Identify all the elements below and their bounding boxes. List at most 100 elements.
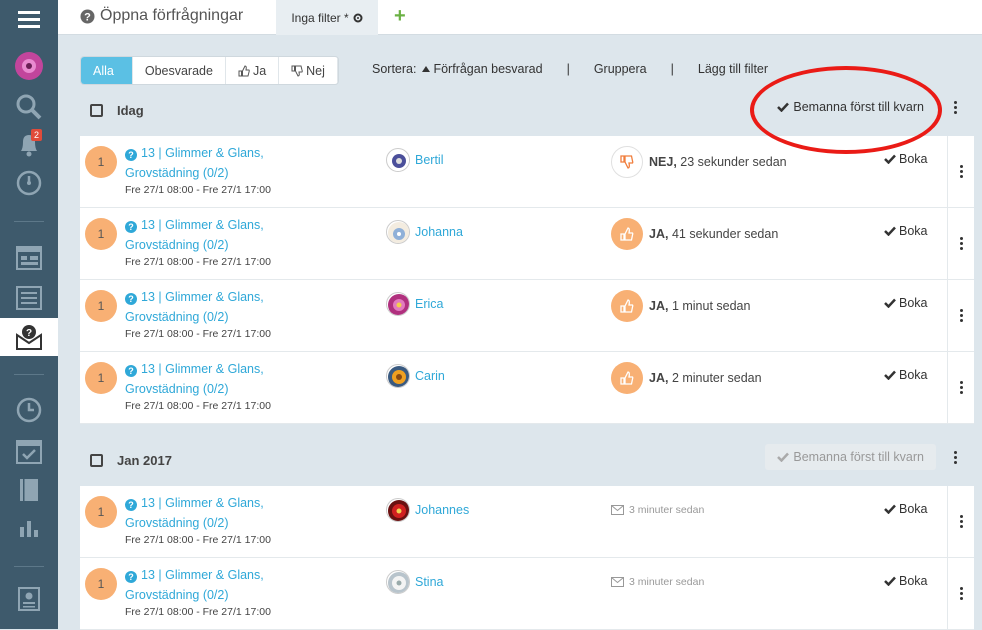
request-link[interactable]: ? 13 | Glimmer & Glans, Grovstädning (0/2) [125, 359, 264, 399]
thumbs-down-icon [291, 65, 303, 77]
schedule-board-icon[interactable] [0, 239, 58, 277]
request-link[interactable]: ? 13 | Glimmer & Glans, Grovstädning (0/2) [125, 287, 264, 327]
row-menu-icon[interactable] [947, 208, 974, 279]
envelope-icon [611, 577, 624, 587]
notification-badge: 2 [31, 129, 43, 141]
group-select-checkbox[interactable] [90, 103, 103, 117]
request-time: Fre 27/1 08:00 - Fre 27/1 17:00 [125, 256, 271, 268]
row-menu-icon[interactable] [947, 280, 974, 351]
request-list-jan-2017: 1 ? 13 | Glimmer & Glans, Grovstädning (0/… [80, 486, 974, 630]
count-badge: 1 [85, 290, 117, 322]
add-tab-plus-icon[interactable]: + [394, 5, 406, 28]
check-icon [884, 154, 896, 164]
group-button[interactable]: Gruppera [594, 62, 647, 76]
search-icon[interactable] [0, 88, 58, 126]
question-icon: ? [125, 293, 137, 305]
group-label: Idag [117, 102, 144, 118]
table-row: 1 ? 13 | Glimmer & Glans, Grovstädning (0/… [80, 352, 974, 424]
sidebar-divider [14, 374, 44, 375]
book-button[interactable]: Boka [884, 296, 928, 310]
thumbs-up-icon [611, 218, 643, 250]
toolbar: Sortera: Förfrågan besvarad | Gruppera |… [372, 62, 768, 76]
request-time: Fre 27/1 08:00 - Fre 27/1 17:00 [125, 400, 271, 412]
staff-first-come-button[interactable]: Bemanna först till kvarn [765, 444, 936, 470]
list-icon[interactable] [0, 279, 58, 317]
request-link[interactable]: ? 13 | Glimmer & Glans, Grovstädning (0/2) [125, 143, 264, 183]
book-button[interactable]: Boka [884, 368, 928, 382]
answer-filter-group: Alla Obesvarade Ja Nej [80, 56, 339, 85]
contact-card-icon[interactable] [0, 580, 58, 618]
page-title-text: Öppna förfrågningar [100, 7, 244, 24]
calendar-check-icon[interactable] [0, 432, 58, 470]
thumbs-down-icon [611, 146, 643, 178]
menu-icon[interactable] [0, 0, 58, 38]
person-link[interactable]: Carin [386, 364, 445, 388]
row-menu-icon[interactable] [947, 558, 974, 629]
count-badge: 1 [85, 362, 117, 394]
filter-alla[interactable]: Alla [81, 57, 133, 84]
group-label: Jan 2017 [117, 452, 172, 468]
requests-inbox-icon[interactable]: ? [0, 318, 58, 356]
question-icon: ? [125, 571, 137, 583]
toolbar-separator: | [566, 62, 570, 76]
book-button[interactable]: Boka [884, 574, 928, 588]
group-menu-icon[interactable] [954, 101, 958, 116]
check-icon [777, 452, 790, 462]
sidebar-divider [14, 566, 44, 567]
avatar [386, 292, 410, 316]
person-link[interactable]: Stina [386, 570, 444, 594]
request-time: Fre 27/1 08:00 - Fre 27/1 17:00 [125, 328, 271, 340]
request-link[interactable]: ? 13 | Glimmer & Glans, Grovstädning (0/2) [125, 493, 264, 533]
user-avatar[interactable] [0, 47, 58, 85]
filter-obesvarade[interactable]: Obesvarade [133, 57, 226, 84]
row-menu-icon[interactable] [947, 486, 974, 557]
person-link[interactable]: Erica [386, 292, 443, 316]
check-icon [884, 298, 896, 308]
question-icon: ? [125, 149, 137, 161]
caret-up-icon [422, 66, 431, 72]
sidebar-divider [14, 221, 44, 222]
person-link[interactable]: Johanna [386, 220, 463, 244]
avatar [386, 498, 410, 522]
filter-nej[interactable]: Nej [279, 57, 338, 84]
group-select-checkbox[interactable] [90, 453, 103, 467]
envelope-icon [611, 505, 624, 515]
table-row: 1 ? 13 | Glimmer & Glans, Grovstädning (0/… [80, 486, 974, 558]
book-icon[interactable] [0, 471, 58, 509]
sort-button[interactable]: Förfrågan besvarad [422, 62, 543, 76]
thumbs-up-icon [238, 64, 250, 76]
filter-ja[interactable]: Ja [226, 57, 280, 84]
group-menu-icon[interactable] [954, 451, 958, 466]
book-button[interactable]: Boka [884, 224, 928, 238]
person-link[interactable]: Bertil [386, 148, 443, 172]
avatar [386, 148, 410, 172]
row-menu-icon[interactable] [947, 136, 974, 207]
answer-status: JA, 41 sekunder sedan [611, 218, 778, 250]
request-link[interactable]: ? 13 | Glimmer & Glans, Grovstädning (0/2) [125, 215, 264, 255]
check-icon [884, 576, 896, 586]
request-link[interactable]: ? 13 | Glimmer & Glans, Grovstädning (0/2) [125, 565, 264, 605]
row-menu-icon[interactable] [947, 352, 974, 423]
book-button[interactable]: Boka [884, 502, 928, 516]
book-button[interactable]: Boka [884, 152, 928, 166]
person-link[interactable]: Johannes [386, 498, 469, 522]
bell-icon[interactable]: 2 [0, 126, 58, 164]
tab-inga-filter[interactable]: Inga filter * [276, 0, 378, 35]
clock-check-icon[interactable] [0, 391, 58, 429]
group-header-jan-2017: Jan 2017 Bemanna först till kvarn [80, 442, 972, 478]
bar-chart-icon[interactable] [0, 509, 58, 547]
dashboard-gauge-icon[interactable] [0, 164, 58, 202]
check-icon [884, 504, 896, 514]
table-row: 1 ? 13 | Glimmer & Glans, Grovstädning (0/… [80, 558, 974, 630]
svg-text:?: ? [26, 328, 32, 339]
count-badge: 1 [85, 496, 117, 528]
thumbs-up-icon [611, 362, 643, 394]
count-badge: 1 [85, 568, 117, 600]
sent-status: 3 minuter sedan [611, 504, 704, 516]
page-title: ? Öppna förfrågningar [80, 7, 243, 25]
tab-label: Inga filter * [291, 10, 349, 25]
add-filter-button[interactable]: Lägg till filter [698, 62, 768, 76]
gear-icon[interactable] [353, 13, 363, 23]
answer-status: NEJ, 23 sekunder sedan [611, 146, 787, 178]
sent-status: 3 minuter sedan [611, 576, 704, 588]
